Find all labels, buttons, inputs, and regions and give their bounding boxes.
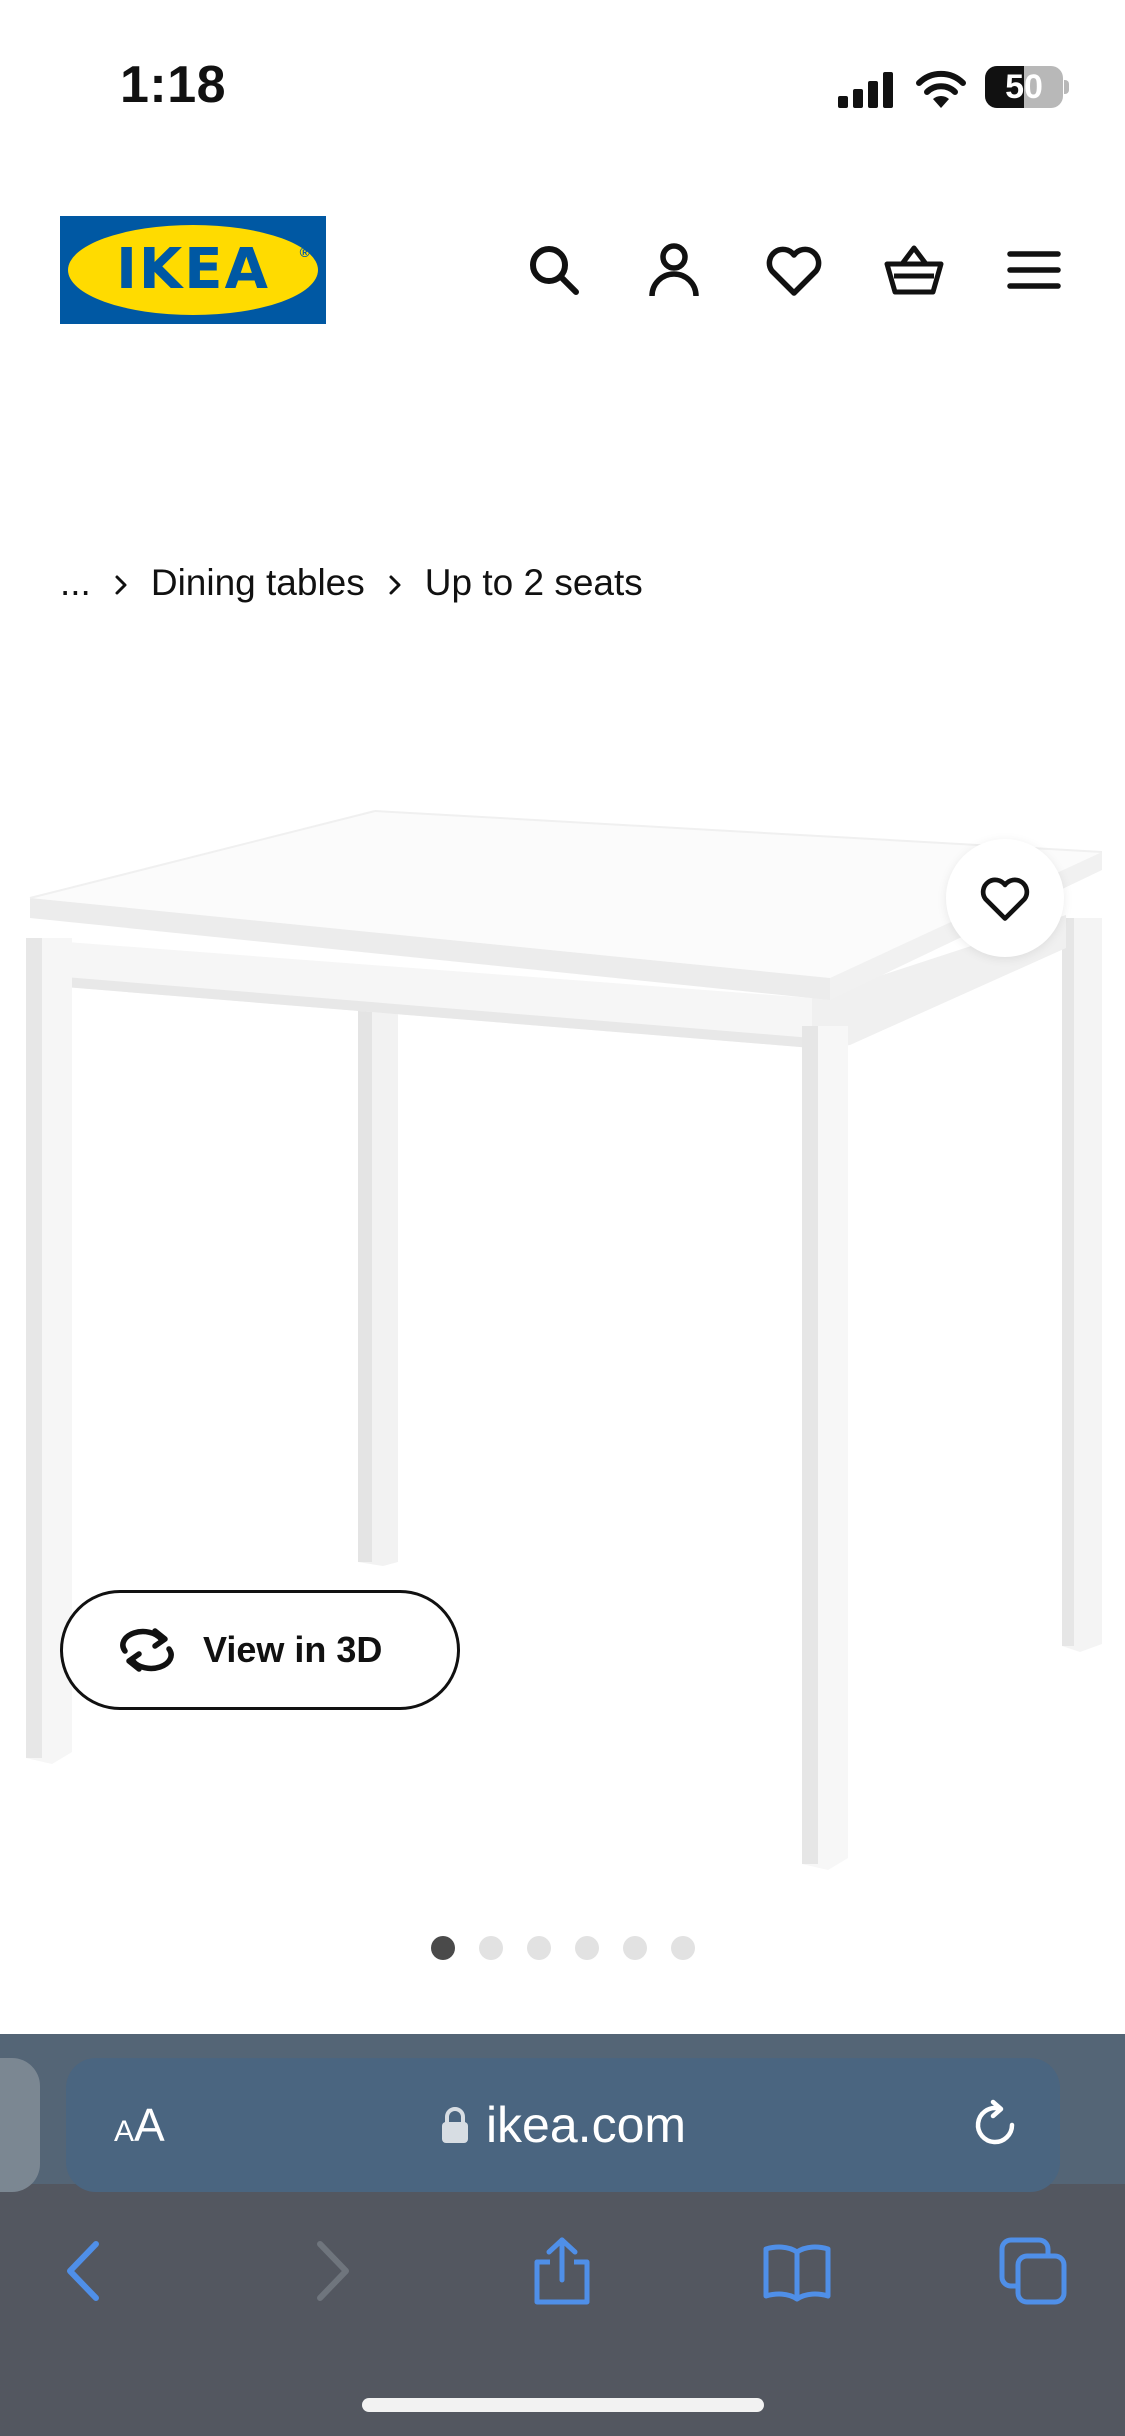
carousel-dot[interactable]: [430, 1936, 455, 1960]
carousel-dot[interactable]: [670, 1936, 695, 1960]
heart-icon[interactable]: [764, 240, 824, 300]
breadcrumb-current[interactable]: Up to 2 seats: [425, 562, 643, 604]
carousel-dot[interactable]: [574, 1936, 599, 1960]
carousel-dot[interactable]: [622, 1936, 647, 1960]
forward-arrow-icon[interactable]: [294, 2236, 364, 2306]
carousel-dot[interactable]: [526, 1936, 551, 1960]
search-icon[interactable]: [524, 240, 584, 300]
white-table-illustration: [26, 810, 1103, 1870]
view-in-3d-label: View in 3D: [203, 1629, 383, 1670]
rotate-3d-icon: [120, 1628, 174, 1672]
product-image[interactable]: [0, 780, 1125, 1900]
share-icon[interactable]: [527, 2236, 597, 2306]
back-arrow-icon[interactable]: [52, 2236, 122, 2306]
wifi-icon: [914, 66, 968, 113]
chevron-right-icon: [365, 562, 425, 604]
account-icon[interactable]: [644, 240, 704, 300]
text-size-button[interactable]: AA: [114, 2058, 165, 2192]
chevron-right-icon: [91, 562, 151, 604]
battery-indicator: 50: [985, 66, 1069, 108]
add-to-favourites-button[interactable]: [946, 839, 1064, 957]
breadcrumb-dining-tables[interactable]: Dining tables: [151, 562, 365, 604]
breadcrumb: ... Dining tables Up to 2 seats: [60, 558, 643, 608]
cart-icon[interactable]: [884, 240, 944, 300]
url-text: ikea.com: [485, 2097, 687, 2153]
bookmarks-icon[interactable]: [762, 2236, 832, 2306]
menu-icon[interactable]: [1004, 240, 1064, 300]
breadcrumb-ellipsis[interactable]: ...: [60, 562, 91, 604]
ikea-logo[interactable]: IKEA ®: [60, 216, 326, 324]
home-indicator[interactable]: [362, 2398, 764, 2412]
lock-icon: [441, 2107, 468, 2143]
reload-icon[interactable]: [968, 2098, 1022, 2152]
battery-percent: 50: [1005, 68, 1043, 106]
carousel-dot[interactable]: [478, 1936, 503, 1960]
view-in-3d-button[interactable]: View in 3D: [60, 1590, 460, 1710]
heart-icon: [980, 877, 1030, 921]
previous-tab-peek[interactable]: [0, 2058, 40, 2192]
status-time: 1:18: [120, 56, 227, 114]
logo-wordmark: IKEA: [116, 237, 270, 302]
image-carousel-indicator: [0, 1936, 1125, 1966]
address-bar[interactable]: ikea.com AA: [66, 2058, 1060, 2192]
cellular-signal-icon: [838, 72, 896, 113]
tabs-icon[interactable]: [998, 2236, 1068, 2306]
